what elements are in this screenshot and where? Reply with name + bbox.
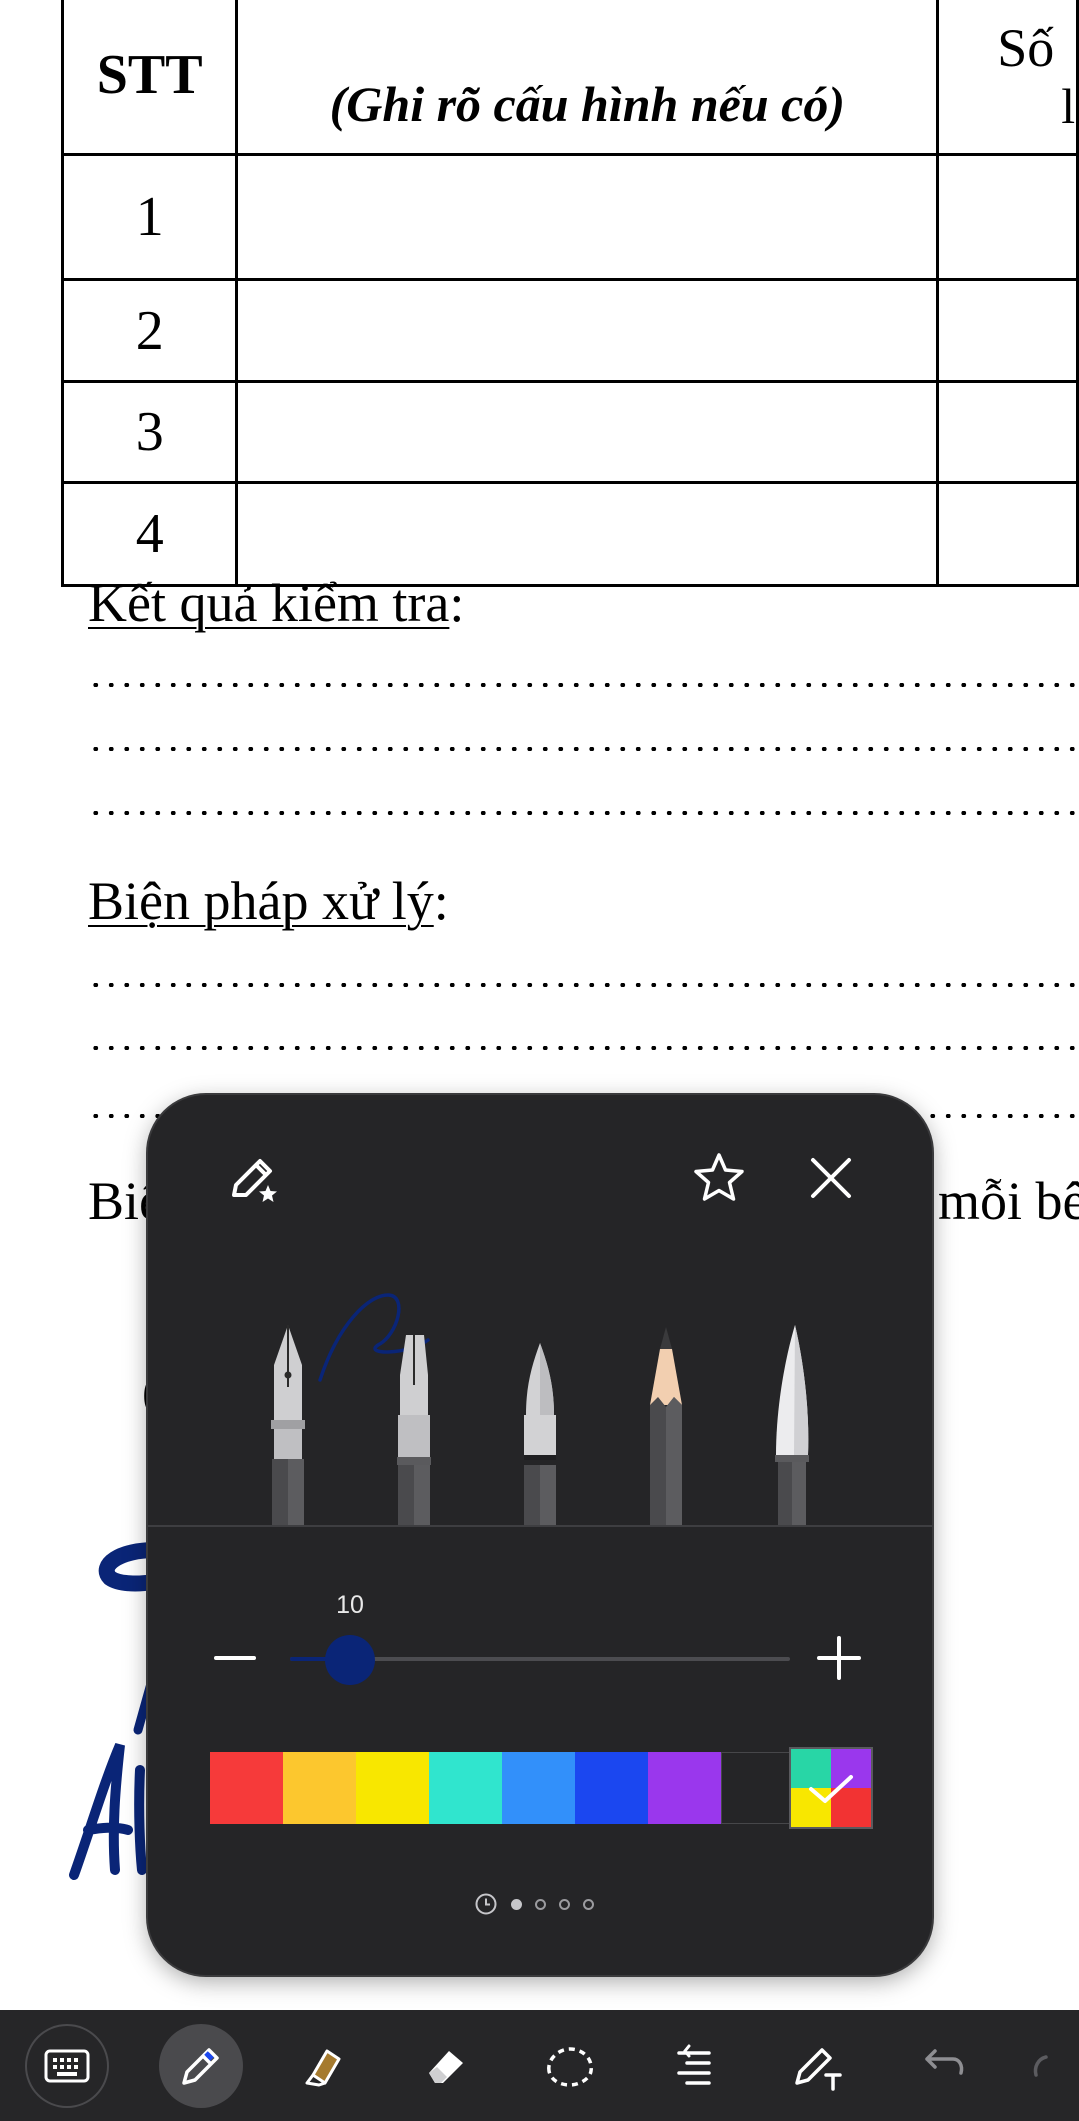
row-qty-cell <box>936 153 1079 281</box>
row-description-cell <box>235 153 940 281</box>
pen-settings-panel: 10 <box>148 1095 932 1975</box>
pencil-icon[interactable] <box>636 1315 696 1525</box>
page-dot[interactable] <box>559 1898 570 1910</box>
bien-phap-title: Biện pháp xử lý <box>88 871 434 931</box>
text-align-tool-button[interactable] <box>652 2024 736 2108</box>
eraser-icon <box>429 2051 463 2083</box>
redo-icon <box>1033 2055 1048 2077</box>
undo-icon <box>925 2049 964 2075</box>
keyboard-icon <box>44 2049 90 2083</box>
partial-paragraph-right: mỗi bê <box>938 1171 1079 1231</box>
lasso-select-button[interactable] <box>528 2024 612 2108</box>
highlighter-icon <box>305 2049 341 2087</box>
text-align-icon <box>677 2044 711 2085</box>
lasso-icon <box>547 2047 593 2087</box>
redo-button[interactable] <box>1024 2024 1079 2108</box>
bien-phap-xu-ly-heading: Biện pháp xử lý: <box>88 870 449 932</box>
brush-icon[interactable] <box>762 1315 822 1525</box>
equipment-table: STT (Ghi rõ cấu hình nếu có) Số l 1 2 3 … <box>60 0 1079 587</box>
ket-qua-kiem-tra-heading: Kết quả kiểm tra: <box>88 572 464 634</box>
decrease-size-minus-icon[interactable] <box>210 1633 260 1683</box>
row-description-cell <box>235 481 940 587</box>
dotted-line <box>88 811 1079 815</box>
dotted-line <box>88 1046 1079 1050</box>
panel-divider <box>148 1525 932 1527</box>
table-row: 4 <box>60 481 1079 587</box>
row-number: 2 <box>60 278 239 383</box>
pen-to-text-icon <box>795 2048 842 2091</box>
keyboard-button[interactable] <box>25 2024 109 2108</box>
selected-check-icon <box>809 1775 853 1803</box>
color-swatch-red[interactable] <box>210 1752 283 1824</box>
row-number: 3 <box>60 380 239 484</box>
dotted-line <box>88 983 1079 987</box>
page-dot[interactable] <box>535 1898 546 1910</box>
page-dot[interactable] <box>511 1898 522 1910</box>
pen-icon[interactable] <box>510 1315 570 1525</box>
bien-phap-colon: : <box>433 871 449 931</box>
dotted-line <box>88 747 1079 751</box>
add-to-favorites-star-icon[interactable] <box>684 1143 754 1213</box>
favorite-pens-icon[interactable] <box>222 1147 286 1211</box>
color-swatch-yellow[interactable] <box>356 1752 429 1824</box>
drawing-toolbar <box>0 2010 1079 2121</box>
table-row: 2 <box>60 278 1079 383</box>
table-row: 3 <box>60 380 1079 484</box>
panel-page-indicator <box>474 1892 594 1916</box>
header-qty-bottom: l <box>1061 78 1076 134</box>
dotted-line <box>88 683 1079 687</box>
color-palette <box>210 1752 794 1824</box>
color-swatch-black[interactable] <box>721 1752 794 1824</box>
fountain-pen-icon[interactable] <box>258 1315 318 1525</box>
header-qty-partial: Số l <box>936 0 1079 156</box>
header-description-note: (Ghi rõ cấu hình nếu có) <box>235 0 940 156</box>
row-qty-cell <box>936 481 1079 587</box>
page-dot[interactable] <box>583 1898 594 1910</box>
pen-size-slider-thumb[interactable] <box>325 1635 375 1685</box>
row-number: 4 <box>60 481 239 587</box>
calligraphy-pen-icon[interactable] <box>384 1315 444 1525</box>
highlighter-tool-button[interactable] <box>280 2024 364 2108</box>
row-qty-cell <box>936 380 1079 484</box>
header-qty-top: Số <box>997 18 1055 78</box>
clock-icon[interactable] <box>474 1892 498 1916</box>
row-description-cell <box>235 278 940 383</box>
undo-button[interactable] <box>900 2024 984 2108</box>
pen-to-text-button[interactable] <box>776 2024 860 2108</box>
color-swatch-teal[interactable] <box>429 1752 502 1824</box>
row-description-cell <box>235 380 940 484</box>
eraser-tool-button[interactable] <box>404 2024 488 2108</box>
table-row: 1 <box>60 153 1079 281</box>
color-swatch-orange[interactable] <box>283 1752 356 1824</box>
increase-size-plus-icon[interactable] <box>812 1631 866 1685</box>
color-swatch-sky-blue[interactable] <box>502 1752 575 1824</box>
color-swatch-purple[interactable] <box>648 1752 721 1824</box>
ket-qua-colon: : <box>449 573 465 633</box>
header-stt: STT <box>60 0 239 156</box>
ket-qua-title: Kết quả kiểm tra <box>88 573 450 633</box>
row-number: 1 <box>60 153 239 281</box>
custom-color-picker-selected[interactable] <box>791 1749 871 1827</box>
color-swatch-blue[interactable] <box>575 1752 648 1824</box>
pen-icon <box>182 2048 219 2085</box>
row-qty-cell <box>936 278 1079 383</box>
pen-tool-button[interactable] <box>159 2024 243 2108</box>
table-header-row: STT (Ghi rõ cấu hình nếu có) Số l <box>60 0 1079 156</box>
close-icon[interactable] <box>796 1143 866 1213</box>
pen-size-value: 10 <box>336 1591 364 1619</box>
